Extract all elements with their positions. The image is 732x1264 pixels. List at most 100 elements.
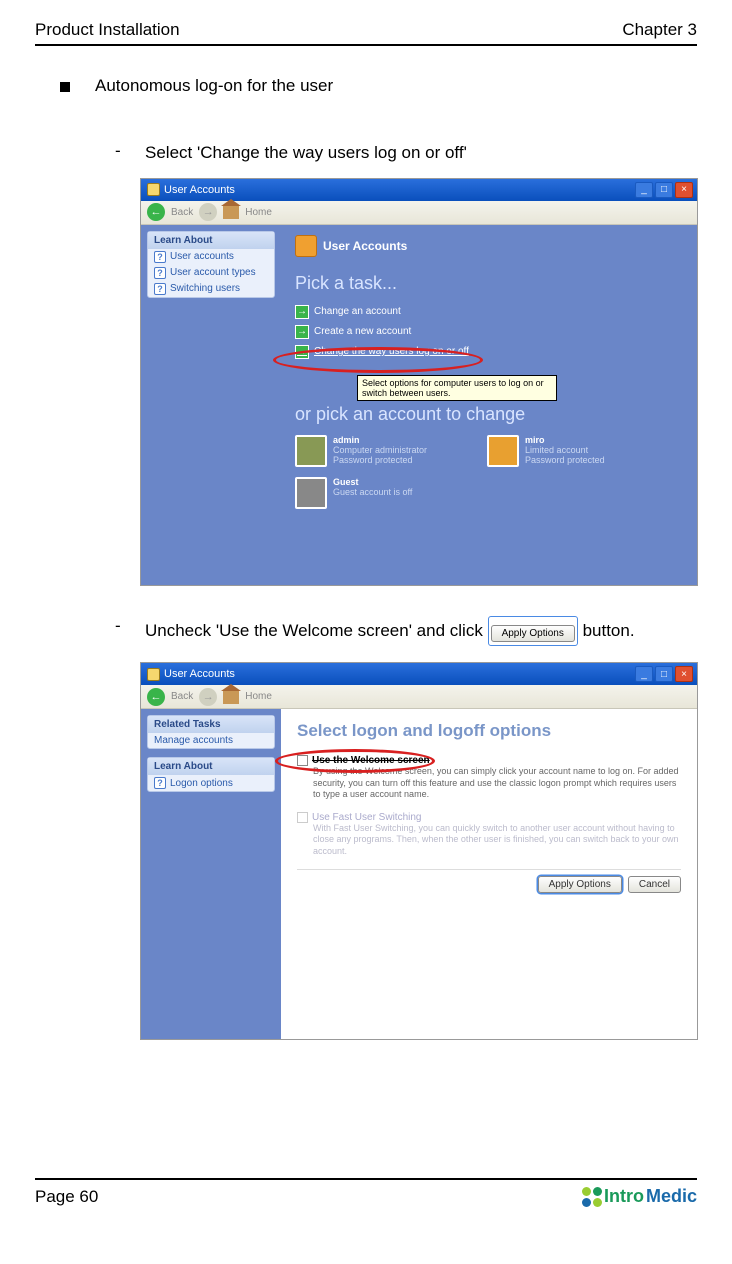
sidebar-link-switching[interactable]: ?Switching users	[148, 281, 274, 297]
home-label: Home	[245, 691, 272, 702]
close-button[interactable]: ×	[675, 666, 693, 682]
option-fast-head: Use Fast User Switching	[297, 812, 681, 823]
pick-a-task-heading: Pick a task...	[295, 273, 683, 294]
logo-text-intro: Intro	[604, 1186, 644, 1207]
checkbox-welcome[interactable]	[297, 755, 308, 766]
main-panel: Select logon and logoff options Use the …	[281, 709, 697, 1039]
learn-about-panel: Learn About ? User accounts ? User account…	[147, 231, 275, 298]
task-label: Change the way users log on or off	[314, 346, 469, 357]
window-titlebar: User Accounts _ □ ×	[141, 663, 697, 685]
step-2-text-b: button.	[583, 620, 635, 639]
tooltip: Select options for computer users to log…	[357, 375, 557, 401]
window-title: User Accounts	[164, 668, 235, 680]
screenshot-logon-options: User Accounts _ □ × ← Back → Home Relate…	[140, 662, 698, 1040]
maximize-button[interactable]: □	[655, 182, 673, 198]
related-tasks-header: Related Tasks	[148, 716, 274, 733]
account-pw: Password protected	[333, 455, 427, 465]
arrow-icon: →	[295, 345, 309, 359]
user-accounts-heading-text: User Accounts	[323, 239, 407, 253]
back-label: Back	[171, 691, 193, 702]
bullet-autonomous-logon: Autonomous log-on for the user	[60, 76, 697, 96]
apply-options-button[interactable]: Apply Options	[538, 876, 622, 893]
task-change-logon[interactable]: → Change the way users log on or off	[295, 342, 683, 362]
page-footer: Page 60 IntroMedic	[35, 1178, 697, 1207]
nav-toolbar: ← Back → Home	[141, 685, 697, 709]
header-right: Chapter 3	[622, 20, 697, 40]
clover-icon	[582, 1187, 602, 1207]
minimize-button[interactable]: _	[635, 182, 653, 198]
header-left: Product Installation	[35, 20, 180, 40]
sidebar-link-manage-accounts[interactable]: Manage accounts	[148, 733, 274, 748]
page-header: Product Installation Chapter 3	[35, 20, 697, 46]
sidebar-link-account-types[interactable]: ? User account types	[148, 265, 274, 281]
option-welcome-head: Use the Welcome screen	[297, 755, 681, 766]
arrow-icon: →	[295, 305, 309, 319]
account-avatar-icon	[295, 477, 327, 509]
account-guest[interactable]: GuestGuest account is off	[295, 477, 412, 509]
help-icon: ?	[154, 777, 166, 789]
nav-toolbar: ← Back → Home	[141, 201, 697, 225]
cancel-button[interactable]: Cancel	[628, 876, 681, 893]
home-icon[interactable]	[223, 205, 239, 219]
user-accounts-icon	[295, 235, 317, 257]
sidebar-link-user-accounts[interactable]: ? User accounts	[148, 249, 274, 265]
option-fast-label: Use Fast User Switching	[312, 812, 421, 823]
arrow-icon: →	[295, 325, 309, 339]
sidebar-link-label: Switching users	[170, 283, 240, 294]
window-app-icon	[147, 183, 160, 196]
square-bullet-icon	[60, 82, 70, 92]
dash-icon: -	[115, 616, 123, 647]
help-icon: ?	[154, 251, 166, 263]
home-icon[interactable]	[223, 690, 239, 704]
account-miro[interactable]: miroLimited accountPassword protected	[487, 435, 605, 467]
sidebar-link-label: Logon options	[170, 778, 233, 789]
sidebar-link-label: User accounts	[170, 251, 234, 262]
back-label: Back	[171, 207, 193, 218]
task-create-account[interactable]: → Create a new account	[295, 322, 683, 342]
account-list: adminComputer administratorPassword prot…	[295, 435, 683, 467]
or-pick-heading: or pick an account to change	[295, 404, 683, 425]
related-tasks-panel: Related Tasks Manage accounts	[147, 715, 275, 749]
task-change-account[interactable]: → Change an account	[295, 302, 683, 322]
checkbox-fast-switching[interactable]	[297, 812, 308, 823]
account-avatar-icon	[487, 435, 519, 467]
forward-button[interactable]: →	[199, 688, 217, 706]
option-fast-desc: With Fast User Switching, you can quickl…	[313, 823, 681, 857]
sidebar-link-label: Manage accounts	[154, 735, 233, 746]
step-1-text: Select 'Change the way users log on or o…	[145, 141, 697, 166]
forward-button[interactable]: →	[199, 203, 217, 221]
sidebar: Related Tasks Manage accounts Learn Abou…	[141, 709, 281, 1039]
maximize-button[interactable]: □	[655, 666, 673, 682]
back-button[interactable]: ←	[147, 688, 165, 706]
task-label: Create a new account	[314, 326, 411, 337]
account-pw: Password protected	[525, 455, 605, 465]
task-label: Change an account	[314, 306, 401, 317]
main-panel: User Accounts Pick a task... → Change an …	[281, 225, 697, 585]
bullet-text: Autonomous log-on for the user	[95, 76, 333, 96]
sidebar-link-logon-options[interactable]: ? Logon options	[148, 775, 274, 791]
step-2-text-a: Uncheck 'Use the Welcome screen' and cli…	[145, 620, 483, 639]
step-1: - Select 'Change the way users log on or…	[115, 141, 697, 166]
option-welcome-desc: By using the Welcome screen, you can sim…	[313, 766, 681, 800]
learn-about-header: Learn About	[148, 758, 274, 775]
dash-icon: -	[115, 141, 123, 166]
learn-about-header: Learn About	[148, 232, 274, 249]
account-role: Guest account is off	[333, 487, 412, 497]
close-button[interactable]: ×	[675, 182, 693, 198]
account-name: admin	[333, 435, 427, 445]
intromedic-logo: IntroMedic	[582, 1186, 697, 1207]
option-welcome-label: Use the Welcome screen	[312, 755, 430, 766]
user-accounts-heading: User Accounts	[295, 235, 683, 257]
back-button[interactable]: ←	[147, 203, 165, 221]
page-number: Page 60	[35, 1187, 98, 1207]
home-label: Home	[245, 207, 272, 218]
account-admin[interactable]: adminComputer administratorPassword prot…	[295, 435, 427, 467]
dialog-button-row: Apply Options Cancel	[297, 869, 681, 893]
sidebar-link-label: User account types	[170, 267, 256, 278]
minimize-button[interactable]: _	[635, 666, 653, 682]
apply-options-inline-button: Apply Options	[488, 616, 578, 647]
account-name: Guest	[333, 477, 412, 487]
step-2-text: Uncheck 'Use the Welcome screen' and cli…	[145, 616, 697, 647]
account-avatar-icon	[295, 435, 327, 467]
help-icon: ?	[154, 267, 166, 279]
